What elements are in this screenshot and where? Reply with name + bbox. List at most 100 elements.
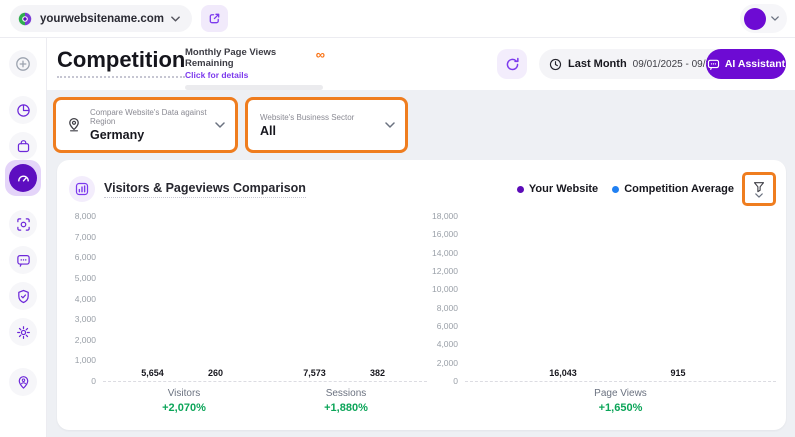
y-axis-tick: 7,000 — [75, 232, 96, 242]
sidebar-item-analytics[interactable] — [9, 96, 37, 124]
category-label: Page Views — [594, 388, 647, 399]
y-axis-tick: 14,000 — [432, 248, 458, 258]
chevron-down-icon — [385, 122, 395, 128]
clock-icon — [549, 58, 562, 71]
chevron-down-icon — [755, 193, 763, 198]
monthly-pageviews-label: Monthly Page Views Remaining — [185, 47, 323, 69]
region-filter-label: Compare Website's Data against Region — [90, 108, 215, 126]
sidebar-item-local-presence[interactable] — [9, 368, 37, 396]
bar-value-label: 260 — [208, 368, 223, 378]
comparison-chart-card: Visitors & Pageviews Comparison Your Web… — [57, 160, 786, 430]
y-axis-tick: 0 — [91, 376, 96, 386]
website-selector[interactable]: yourwebsitename.com — [10, 5, 192, 32]
sidebar-item-feedback[interactable] — [9, 246, 37, 274]
y-axis-tick: 1,000 — [75, 355, 96, 365]
change-percentage: +1,880% — [324, 402, 368, 414]
bar-chart-icon — [69, 176, 95, 202]
bar-value-label: 7,573 — [303, 368, 326, 378]
pageviews-chart: 18,00016,00014,00012,00010,0008,0006,000… — [431, 217, 776, 414]
ai-assistant-label: AI Assistant — [725, 58, 785, 70]
visitors-sessions-chart: 8,0007,0006,0005,0004,0003,0002,0001,000… — [69, 217, 427, 414]
y-axis-tick: 6,000 — [75, 252, 96, 262]
category-label: Sessions — [324, 388, 368, 399]
avatar — [744, 8, 766, 30]
x-labels: Visitors +2,070% Sessions +1,880% — [103, 382, 427, 414]
gear-icon — [16, 325, 31, 340]
target-scan-icon — [16, 217, 31, 232]
region-filter-value: Germany — [90, 128, 215, 142]
y-axis-tick: 12,000 — [432, 266, 458, 276]
y-axis-tick: 6,000 — [437, 321, 458, 331]
sector-filter-label: Website's Business Sector — [260, 113, 354, 122]
person-pin-icon — [16, 375, 31, 390]
bar-value-label: 16,043 — [549, 368, 577, 378]
sidebar-item-orders[interactable] — [9, 132, 37, 160]
chart-title: Visitors & Pageviews Comparison — [104, 181, 306, 198]
x-label-cell: Sessions +1,880% — [324, 382, 368, 414]
y-axis-tick: 8,000 — [437, 303, 458, 313]
bar-value-label: 5,654 — [141, 368, 164, 378]
chevron-down-icon — [215, 122, 225, 128]
sidebar-item-competition-active[interactable] — [5, 160, 41, 196]
legend-dot-purple — [517, 186, 524, 193]
page-header: Competition Monthly Page Views Remaining… — [47, 38, 795, 90]
x-label-cell: Page Views +1,650% — [594, 382, 647, 414]
website-name: yourwebsitename.com — [40, 13, 164, 25]
infinity-remaining-value: ∞ — [316, 50, 325, 60]
y-axis: 8,0007,0006,0005,0004,0003,0002,0001,000… — [69, 217, 103, 382]
y-axis-tick: 10,000 — [432, 284, 458, 294]
date-preset-label: Last Month — [568, 58, 627, 70]
legend-dot-blue — [612, 186, 619, 193]
y-axis-tick: 4,000 — [75, 294, 96, 304]
region-filter-dropdown[interactable]: Compare Website's Data against Region Ge… — [53, 97, 238, 153]
y-axis-tick: 8,000 — [75, 211, 96, 221]
x-labels: Page Views +1,650% — [465, 382, 776, 414]
y-axis-tick: 4,000 — [437, 339, 458, 349]
change-percentage: +1,650% — [594, 402, 647, 414]
chat-bubble-icon — [16, 253, 31, 268]
ai-chat-icon — [707, 58, 720, 71]
refresh-icon — [505, 57, 520, 72]
page-title: Competition — [57, 47, 185, 78]
refresh-button[interactable] — [497, 49, 527, 79]
sidebar — [0, 38, 47, 437]
legend-item-competition-average[interactable]: Competition Average — [612, 183, 734, 195]
sidebar-item-add[interactable] — [9, 50, 37, 78]
category-label: Visitors — [162, 388, 206, 399]
y-axis: 18,00016,00014,00012,00010,0008,0006,000… — [431, 217, 465, 382]
legend-item-your-website[interactable]: Your Website — [517, 183, 598, 195]
bar-value-label: 915 — [670, 368, 685, 378]
plot-area: 5,6542607,573382 — [103, 217, 427, 382]
y-axis-tick: 5,000 — [75, 273, 96, 283]
y-axis-tick: 2,000 — [75, 335, 96, 345]
y-axis-tick: 16,000 — [432, 229, 458, 239]
ai-assistant-button[interactable]: AI Assistant — [706, 49, 786, 79]
website-favicon-icon — [17, 11, 33, 27]
shield-check-icon — [16, 289, 31, 304]
pageviews-progress-bar — [185, 85, 323, 90]
chart-legend: Your Website Competition Average — [517, 183, 734, 195]
y-axis-tick: 2,000 — [437, 358, 458, 368]
sector-filter-dropdown[interactable]: Website's Business Sector All — [245, 97, 408, 153]
chart-card-header: Visitors & Pageviews Comparison Your Web… — [69, 171, 776, 207]
plot-area: 16,043 915 — [465, 217, 776, 382]
chart-filter-button[interactable] — [742, 172, 776, 206]
monthly-pageviews-widget: Monthly Page Views Remaining Click for d… — [185, 47, 323, 90]
y-axis-tick: 0 — [453, 376, 458, 386]
open-website-button[interactable] — [201, 5, 228, 32]
legend-label: Competition Average — [624, 183, 734, 195]
external-link-icon — [208, 12, 221, 25]
add-circle-icon — [15, 56, 31, 72]
y-axis-tick: 18,000 — [432, 211, 458, 221]
charts-row: 8,000 7,000 6,000 5,000 4,000 3,000 2,000 1,000… — [69, 217, 776, 414]
user-menu[interactable] — [740, 4, 787, 33]
sidebar-item-security[interactable] — [9, 282, 37, 310]
sidebar-item-settings[interactable] — [9, 318, 37, 346]
pie-chart-icon — [16, 103, 31, 118]
sidebar-item-tracking[interactable] — [9, 210, 37, 238]
gauge-icon — [9, 164, 37, 192]
y-axis-tick: 3,000 — [75, 314, 96, 324]
change-percentage: +2,070% — [162, 402, 206, 414]
click-for-details-link[interactable]: Click for details — [185, 70, 323, 80]
chevron-down-icon — [771, 16, 779, 21]
